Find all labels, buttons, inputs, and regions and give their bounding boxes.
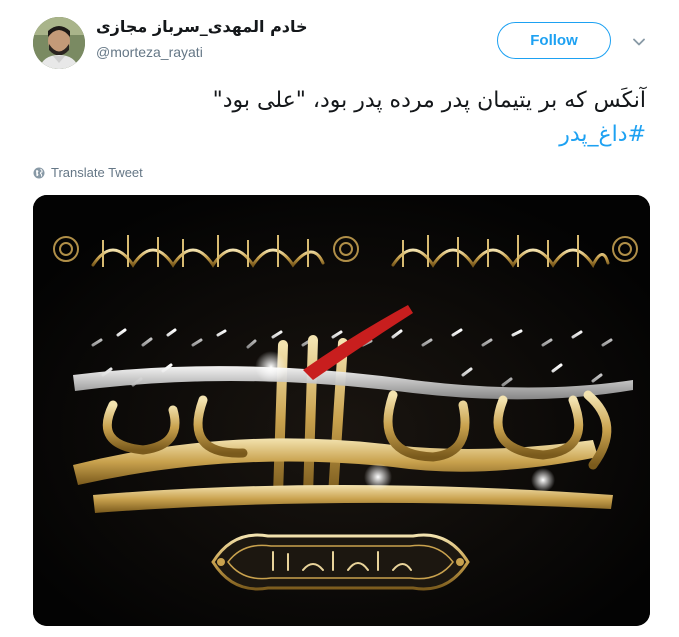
- translate-tweet-label: Translate Tweet: [51, 165, 143, 180]
- translate-tweet-link[interactable]: Translate Tweet: [33, 165, 143, 180]
- calligraphy-artwork: [33, 195, 650, 626]
- tweet-image[interactable]: [33, 195, 650, 626]
- avatar-photo: [33, 17, 85, 69]
- hashtag-link[interactable]: #داغ_پدر: [46, 118, 646, 152]
- avatar[interactable]: [33, 17, 85, 69]
- follow-button[interactable]: Follow: [497, 22, 611, 59]
- globe-icon: [33, 167, 45, 178]
- tweet-card: خادم المهدی_سرباز مجازی @morteza_rayati …: [0, 0, 679, 637]
- chevron-down-icon[interactable]: [631, 34, 647, 50]
- user-handle[interactable]: @morteza_rayati: [96, 44, 203, 60]
- tweet-text-line: آنکَس که بر یتیمان پدر مرده پدر بود، "عل…: [212, 88, 646, 113]
- display-name[interactable]: خادم المهدی_سرباز مجازی: [96, 17, 308, 36]
- tweet-text: آنکَس که بر یتیمان پدر مرده پدر بود، "عل…: [46, 84, 646, 152]
